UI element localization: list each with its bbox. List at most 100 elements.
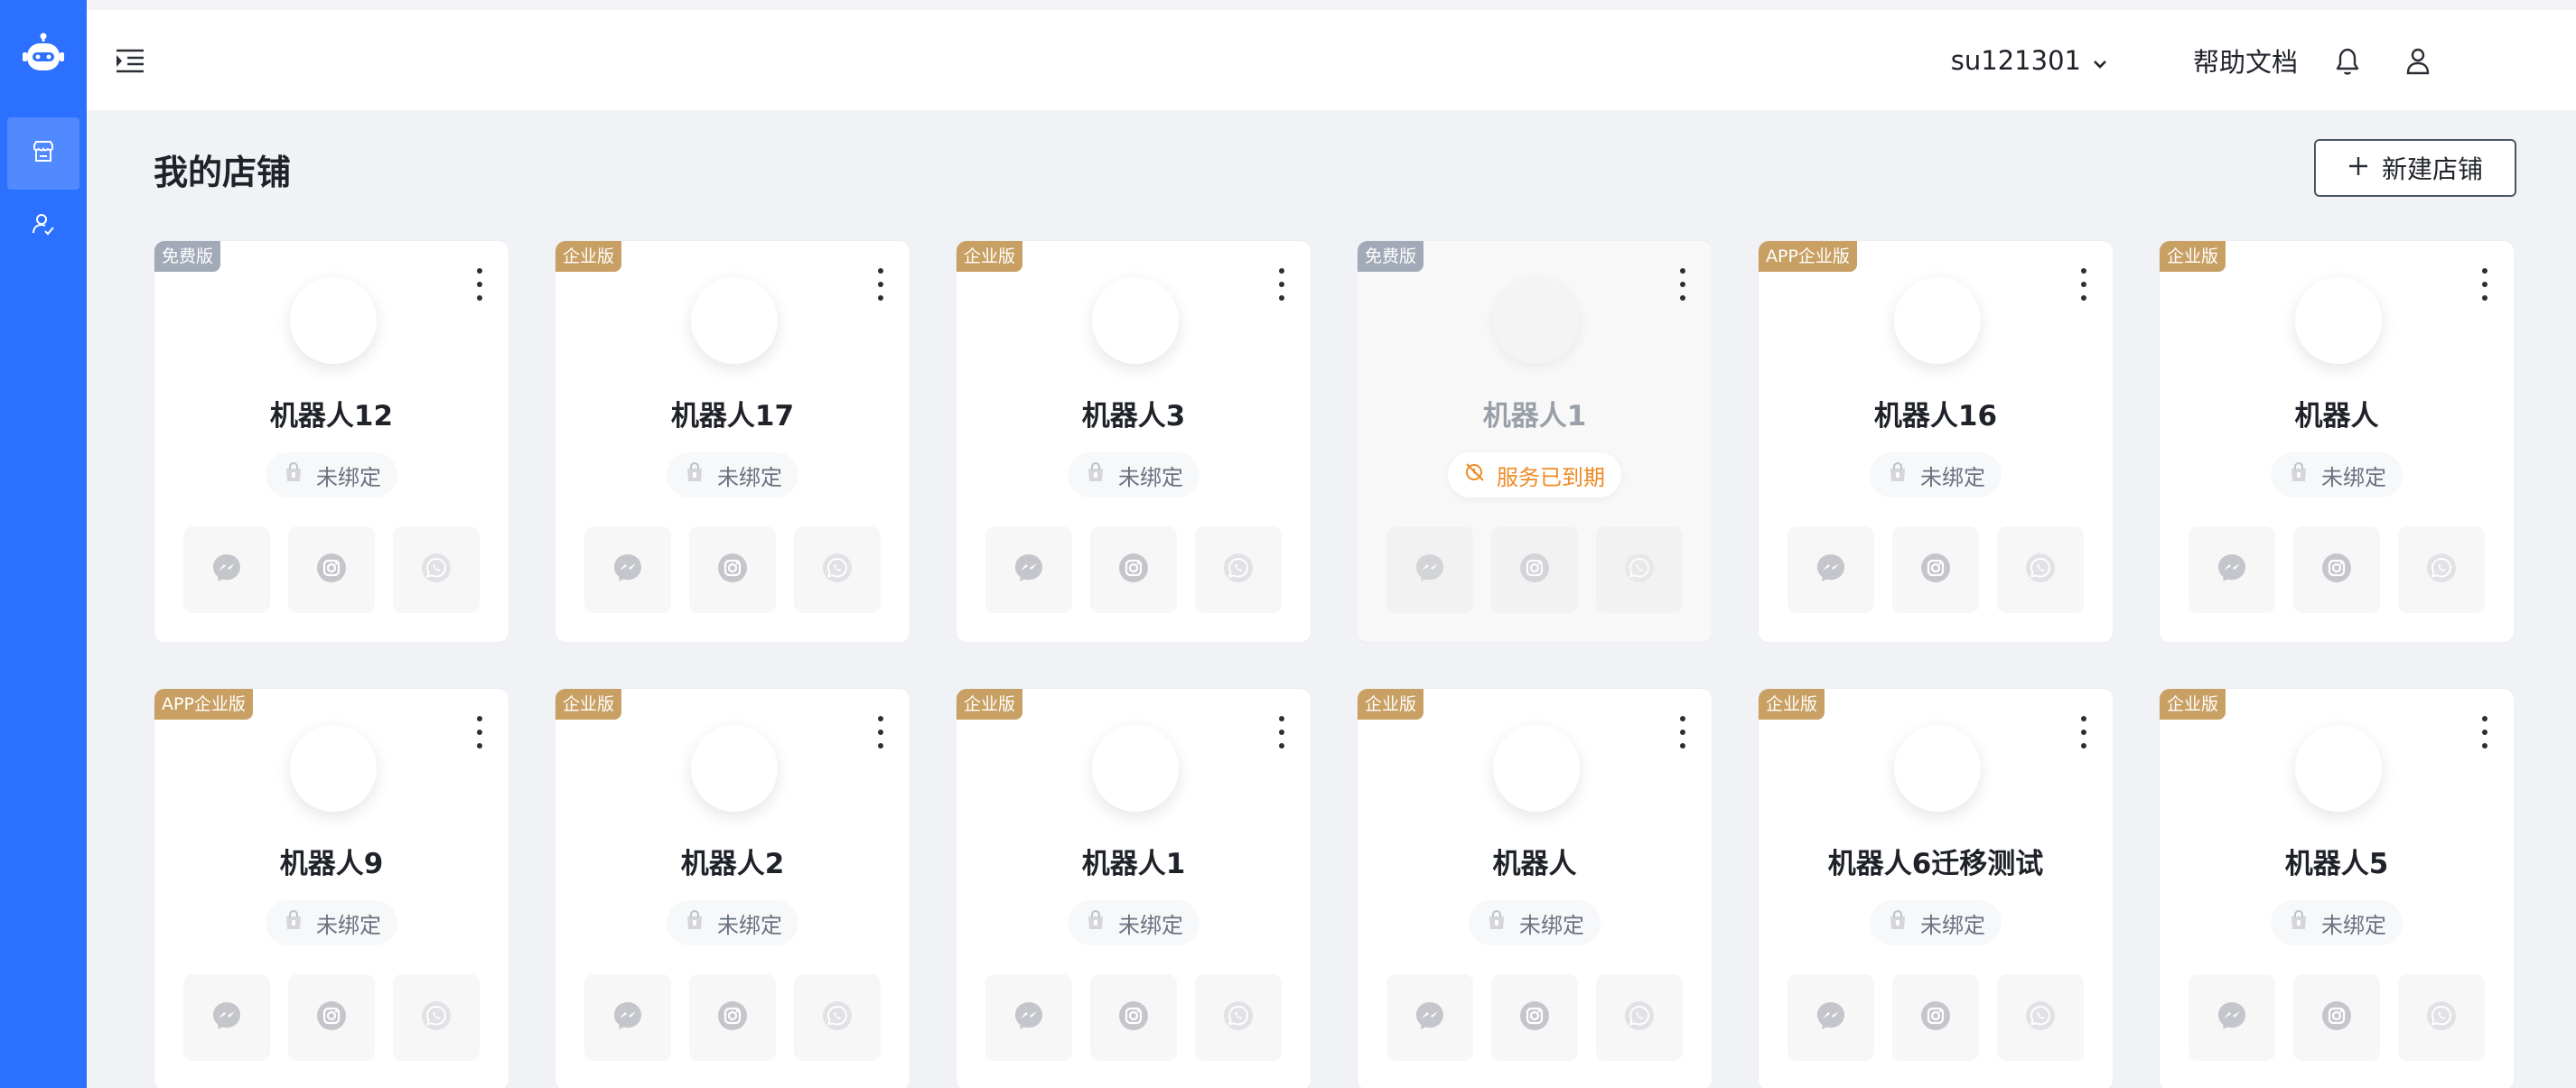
top-header: su121301 帮助文档: [87, 0, 2576, 110]
channel-messenger[interactable]: [1386, 526, 1473, 613]
store-card-6[interactable]: 企业版 机器人 未绑定: [2159, 240, 2515, 643]
channel-messenger[interactable]: [2189, 974, 2275, 1061]
more-vertical-icon[interactable]: [474, 268, 485, 301]
channel-messenger[interactable]: [985, 526, 1072, 613]
channel-instagram[interactable]: [689, 974, 776, 1061]
channel-messenger[interactable]: [584, 974, 671, 1061]
channel-instagram[interactable]: [288, 526, 375, 613]
channel-instagram[interactable]: [1491, 526, 1578, 613]
channel-list: [1787, 526, 2084, 613]
plan-badge: 企业版: [555, 689, 622, 720]
channel-messenger[interactable]: [584, 526, 671, 613]
channel-messenger[interactable]: [183, 974, 270, 1061]
store-card-7[interactable]: APP企业版 机器人9 未绑定: [154, 688, 509, 1088]
channel-messenger[interactable]: [1386, 974, 1473, 1061]
shopping-bag-icon: [282, 460, 305, 489]
store-name: 机器人1: [1081, 848, 1186, 880]
more-vertical-icon[interactable]: [1677, 716, 1688, 749]
channel-whatsapp[interactable]: [2398, 526, 2485, 613]
channel-list: [985, 526, 1282, 613]
store-card-1[interactable]: 免费版 机器人12 未绑定: [154, 240, 509, 643]
store-card-2[interactable]: 企业版 机器人17 未绑定: [555, 240, 910, 643]
messenger-icon: [1815, 1000, 1847, 1036]
account-dropdown[interactable]: su121301: [1951, 10, 2108, 110]
channel-whatsapp[interactable]: [794, 526, 881, 613]
channel-instagram[interactable]: [1090, 526, 1177, 613]
whatsapp-icon: [1222, 1000, 1255, 1036]
binding-status: 未绑定: [667, 452, 798, 498]
channel-list: [1386, 974, 1683, 1061]
robot-logo-icon[interactable]: [20, 33, 67, 78]
store-card-12[interactable]: 企业版 机器人5 未绑定: [2159, 688, 2515, 1088]
store-card-9[interactable]: 企业版 机器人1 未绑定: [956, 688, 1311, 1088]
menu-toggle-icon[interactable]: [114, 44, 146, 77]
channel-instagram[interactable]: [1090, 974, 1177, 1061]
channel-whatsapp[interactable]: [1596, 974, 1683, 1061]
bell-icon[interactable]: [2332, 44, 2363, 77]
store-name: 机器人: [2294, 400, 2379, 432]
whatsapp-icon: [821, 552, 854, 588]
channel-whatsapp[interactable]: [2398, 974, 2485, 1061]
store-card-5[interactable]: APP企业版 机器人16 未绑定: [1758, 240, 2114, 643]
store-name: 机器人12: [269, 400, 394, 432]
binding-status-text: 未绑定: [2321, 464, 2386, 490]
channel-whatsapp[interactable]: [1997, 974, 2084, 1061]
shopping-bag-icon: [1084, 460, 1107, 489]
channel-whatsapp[interactable]: [393, 526, 480, 613]
channel-whatsapp[interactable]: [794, 974, 881, 1061]
new-store-button[interactable]: 新建店铺: [2314, 139, 2516, 197]
store-card-3[interactable]: 企业版 机器人3 未绑定: [956, 240, 1311, 643]
plan-badge: 企业版: [957, 689, 1023, 720]
channel-whatsapp[interactable]: [1195, 526, 1282, 613]
channel-messenger[interactable]: [1787, 974, 1874, 1061]
more-vertical-icon[interactable]: [2078, 268, 2089, 301]
channel-instagram[interactable]: [1892, 974, 1979, 1061]
more-vertical-icon[interactable]: [875, 268, 886, 301]
channel-instagram[interactable]: [1892, 526, 1979, 613]
user-icon[interactable]: [2403, 44, 2433, 77]
instagram-icon: [1919, 1000, 1952, 1036]
channel-whatsapp[interactable]: [393, 974, 480, 1061]
messenger-icon: [2216, 1000, 2248, 1036]
channel-whatsapp[interactable]: [1997, 526, 2084, 613]
binding-status: 未绑定: [1469, 900, 1601, 945]
channel-instagram[interactable]: [2293, 974, 2380, 1061]
binding-status-text: 未绑定: [1920, 464, 1985, 490]
sidebar-item-stores[interactable]: [7, 117, 79, 190]
channel-whatsapp[interactable]: [1596, 526, 1683, 613]
whatsapp-icon: [2425, 1000, 2458, 1036]
store-card-10[interactable]: 企业版 机器人 未绑定: [1357, 688, 1713, 1088]
more-vertical-icon[interactable]: [1276, 268, 1287, 301]
more-vertical-icon[interactable]: [875, 716, 886, 749]
channel-whatsapp[interactable]: [1195, 974, 1282, 1061]
more-vertical-icon[interactable]: [474, 716, 485, 749]
more-vertical-icon[interactable]: [1677, 268, 1688, 301]
channel-messenger[interactable]: [985, 974, 1072, 1061]
store-avatar: [1092, 277, 1179, 364]
store-card-11[interactable]: 企业版 机器人6迁移测试 未绑定: [1758, 688, 2114, 1088]
store-card-4[interactable]: 免费版 机器人1 服务已到期: [1357, 240, 1713, 643]
more-vertical-icon[interactable]: [2078, 716, 2089, 749]
store-card-8[interactable]: 企业版 机器人2 未绑定: [555, 688, 910, 1088]
whatsapp-icon: [821, 1000, 854, 1036]
channel-list: [2189, 526, 2485, 613]
channel-messenger[interactable]: [1787, 526, 1874, 613]
help-docs-link[interactable]: 帮助文档: [2193, 10, 2298, 110]
sidebar-item-users[interactable]: [7, 190, 79, 262]
channel-instagram[interactable]: [689, 526, 776, 613]
messenger-icon: [1013, 1000, 1045, 1036]
channel-instagram[interactable]: [1491, 974, 1578, 1061]
instagram-icon: [1518, 552, 1551, 588]
binding-status-text: 未绑定: [717, 912, 782, 938]
binding-status: 服务已到期: [1448, 452, 1621, 498]
channel-messenger[interactable]: [2189, 526, 2275, 613]
binding-status-text: 未绑定: [316, 912, 381, 938]
more-vertical-icon[interactable]: [1276, 716, 1287, 749]
channel-instagram[interactable]: [288, 974, 375, 1061]
channel-instagram[interactable]: [2293, 526, 2380, 613]
binding-status: 未绑定: [1068, 900, 1199, 945]
more-vertical-icon[interactable]: [2479, 716, 2490, 749]
shopping-bag-icon: [1886, 908, 1909, 937]
channel-messenger[interactable]: [183, 526, 270, 613]
more-vertical-icon[interactable]: [2479, 268, 2490, 301]
